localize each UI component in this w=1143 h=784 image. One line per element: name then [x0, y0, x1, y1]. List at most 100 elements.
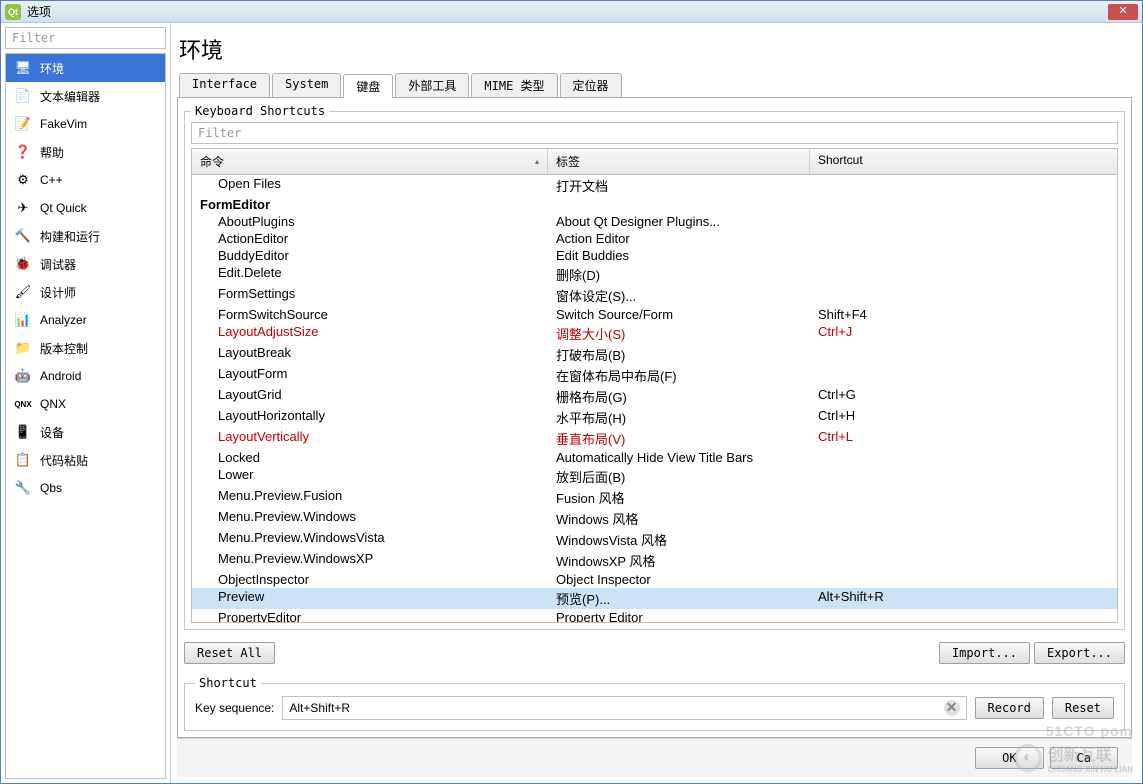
table-buttons: Reset All Import... Export... [184, 642, 1125, 664]
sidebar-item-label: 文本编辑器 [40, 88, 100, 105]
tab-1[interactable]: System [272, 73, 341, 97]
sidebar-item-9[interactable]: 📊Analyzer [6, 306, 165, 334]
main-panel: 环境 InterfaceSystem键盘外部工具MIME 类型定位器 Keybo… [171, 23, 1142, 783]
sidebar-item-label: 设计师 [40, 284, 76, 301]
record-button[interactable]: Record [975, 697, 1044, 719]
table-row[interactable]: Lower放到后面(B) [192, 466, 1117, 487]
col-shortcut[interactable]: Shortcut [810, 149, 1117, 174]
table-row[interactable]: FormSwitchSourceSwitch Source/FormShift+… [192, 306, 1117, 323]
close-button[interactable]: ✕ [1108, 4, 1138, 20]
sidebar-icon: 🔧 [14, 479, 32, 497]
sidebar-item-label: Analyzer [40, 313, 87, 327]
key-sequence-input[interactable]: Alt+Shift+R ✕ [282, 696, 966, 720]
sidebar-item-5[interactable]: ✈Qt Quick [6, 194, 165, 222]
sidebar-icon: 📁 [14, 339, 32, 357]
table-row[interactable]: Menu.Preview.WindowsWindows 风格 [192, 508, 1117, 529]
table-row[interactable]: AboutPluginsAbout Qt Designer Plugins... [192, 213, 1117, 230]
table-row[interactable]: LayoutHorizontally水平布局(H)Ctrl+H [192, 407, 1117, 428]
reset-button[interactable]: Reset [1052, 697, 1114, 719]
table-row[interactable]: FormEditor [192, 196, 1117, 213]
sidebar-item-label: FakeVim [40, 117, 87, 131]
kb-legend: Keyboard Shortcuts [191, 104, 329, 118]
tab-row: InterfaceSystem键盘外部工具MIME 类型定位器 [177, 73, 1132, 97]
sidebar-item-2[interactable]: 📝 FakeVim [6, 110, 165, 138]
table-body[interactable]: Open Files打开文档FormEditorAboutPluginsAbou… [192, 175, 1117, 622]
sidebar-item-10[interactable]: 📁 版本控制 [6, 334, 165, 362]
shortcuts-filter-input[interactable]: Filter [191, 122, 1118, 144]
tab-5[interactable]: 定位器 [560, 73, 622, 97]
sidebar-item-label: 调试器 [40, 256, 76, 273]
sidebar-item-15[interactable]: 🔧Qbs [6, 474, 165, 502]
window-title: 选项 [27, 3, 1108, 20]
sidebar-item-label: QNX [40, 397, 66, 411]
tab-2[interactable]: 键盘 [343, 74, 393, 98]
export-button[interactable]: Export... [1034, 642, 1125, 664]
sidebar-item-label: 版本控制 [40, 340, 88, 357]
table-row[interactable]: LayoutGrid栅格布局(G)Ctrl+G [192, 386, 1117, 407]
sidebar-item-8[interactable]: 🖌设计师 [6, 278, 165, 306]
table-row[interactable]: Menu.Preview.WindowsXPWindowsXP 风格 [192, 550, 1117, 571]
sort-indicator-icon: ▴ [535, 157, 539, 166]
table-row[interactable]: LockedAutomatically Hide View Title Bars [192, 449, 1117, 466]
import-button[interactable]: Import... [939, 642, 1030, 664]
sidebar-item-14[interactable]: 📋 代码粘贴 [6, 446, 165, 474]
title-bar: Qt 选项 ✕ [1, 1, 1142, 23]
sidebar-item-1[interactable]: 📄文本编辑器 [6, 82, 165, 110]
sidebar: Filter 🖥 环境 📄文本编辑器 📝 FakeVim ❓ 帮助 ⚙ C++ ✈Qt Quick… [1, 23, 171, 783]
sidebar-icon: 🔨 [14, 227, 32, 245]
table-row[interactable]: Menu.Preview.FusionFusion 风格 [192, 487, 1117, 508]
table-row[interactable]: LayoutVertically垂直布局(V)Ctrl+L [192, 428, 1117, 449]
sidebar-icon: ⚙ [14, 171, 32, 189]
sidebar-icon: 📝 [14, 115, 32, 133]
sidebar-item-label: Android [40, 369, 81, 383]
sidebar-item-13[interactable]: 📱设备 [6, 418, 165, 446]
clear-key-icon[interactable]: ✕ [944, 700, 960, 716]
sidebar-item-4[interactable]: ⚙ C++ [6, 166, 165, 194]
tab-3[interactable]: 外部工具 [395, 73, 469, 97]
sidebar-icon: ❓ [14, 143, 32, 161]
table-row[interactable]: LayoutBreak打破布局(B) [192, 344, 1117, 365]
watermark-logo-icon: ◐ [1014, 744, 1042, 772]
sidebar-item-11[interactable]: 🤖Android [6, 362, 165, 390]
table-row[interactable]: Preview预览(P)...Alt+Shift+R [192, 588, 1117, 609]
tab-content: Keyboard Shortcuts Filter 命令▴ 标签 Shortcu… [177, 97, 1132, 738]
shortcuts-table: 命令▴ 标签 Shortcut Open Files打开文档FormEditor… [191, 148, 1118, 623]
reset-all-button[interactable]: Reset All [184, 642, 275, 664]
table-row[interactable]: BuddyEditorEdit Buddies [192, 247, 1117, 264]
sidebar-item-7[interactable]: 🐞 调试器 [6, 250, 165, 278]
table-row[interactable]: LayoutForm在窗体布局中布局(F) [192, 365, 1117, 386]
key-seq-label: Key sequence: [195, 701, 274, 715]
keyboard-shortcuts-group: Keyboard Shortcuts Filter 命令▴ 标签 Shortcu… [184, 104, 1125, 630]
sidebar-icon: 🖥 [14, 59, 32, 77]
sidebar-icon: 📱 [14, 423, 32, 441]
col-label[interactable]: 标签 [548, 149, 810, 174]
table-row[interactable]: ObjectInspectorObject Inspector [192, 571, 1117, 588]
sidebar-item-label: C++ [40, 173, 63, 187]
table-row[interactable]: Menu.Preview.WindowsVistaWindowsVista 风格 [192, 529, 1117, 550]
table-row[interactable]: Edit.Delete删除(D) [192, 264, 1117, 285]
table-row[interactable]: LayoutAdjustSize调整大小(S)Ctrl+J [192, 323, 1117, 344]
sidebar-item-12[interactable]: QNXQNX [6, 390, 165, 418]
sidebar-item-3[interactable]: ❓ 帮助 [6, 138, 165, 166]
sidebar-icon: 🐞 [14, 255, 32, 273]
sidebar-filter-input[interactable]: Filter [5, 27, 166, 49]
dialog-buttons: OK Ca [177, 738, 1132, 777]
shortcut-group: Shortcut Key sequence: Alt+Shift+R ✕ Rec… [184, 676, 1125, 731]
table-header[interactable]: 命令▴ 标签 Shortcut [192, 149, 1117, 175]
table-row[interactable]: Open Files打开文档 [192, 175, 1117, 196]
sidebar-item-label: 环境 [40, 60, 64, 77]
sidebar-item-0[interactable]: 🖥 环境 [6, 54, 165, 82]
sidebar-icon: ✈ [14, 199, 32, 217]
shortcut-legend: Shortcut [195, 676, 261, 690]
sidebar-item-label: 代码粘贴 [40, 452, 88, 469]
sidebar-icon: 📋 [14, 451, 32, 469]
tab-4[interactable]: MIME 类型 [471, 73, 557, 97]
table-row[interactable]: ActionEditorAction Editor [192, 230, 1117, 247]
tab-0[interactable]: Interface [179, 73, 270, 97]
page-title: 环境 [177, 29, 1132, 73]
sidebar-item-6[interactable]: 🔨构建和运行 [6, 222, 165, 250]
col-command[interactable]: 命令▴ [192, 149, 548, 174]
table-row[interactable]: PropertyEditorProperty Editor [192, 609, 1117, 622]
sidebar-item-label: 帮助 [40, 144, 64, 161]
table-row[interactable]: FormSettings窗体设定(S)... [192, 285, 1117, 306]
